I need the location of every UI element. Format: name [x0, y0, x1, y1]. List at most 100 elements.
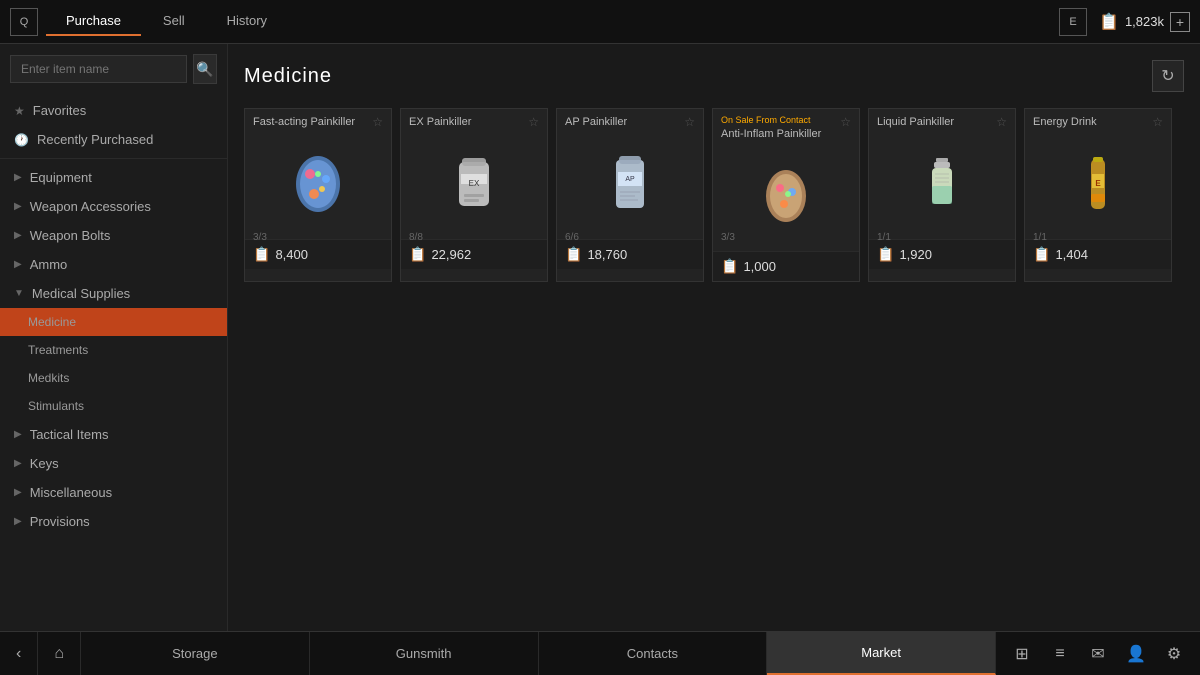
settings-button[interactable]: ⚙: [1156, 636, 1192, 672]
price-icon-0: 📋: [253, 246, 270, 263]
item-price-2: 📋 18,760: [557, 239, 703, 269]
price-value-2: 18,760: [587, 247, 627, 262]
bottom-tabs: Storage Gunsmith Contacts Market: [81, 632, 996, 675]
bottom-bar: ‹ ⌂ Storage Gunsmith Contacts Market ⊞ ≡…: [0, 631, 1200, 675]
sidebar-label-ammo: Ammo: [30, 257, 68, 272]
sidebar-item-weapon-bolts[interactable]: ▶ Weapon Bolts: [0, 221, 227, 250]
item-card-anti-inflam[interactable]: On Sale From Contact Anti-Inflam Painkil…: [712, 108, 860, 282]
price-value-3: 1,000: [743, 259, 776, 274]
item-card-liquid-painkiller[interactable]: Liquid Painkiller ☆ 1/1: [868, 108, 1016, 282]
price-icon-1: 📋: [409, 246, 426, 263]
item-card-header-3: On Sale From Contact Anti-Inflam Painkil…: [713, 109, 859, 141]
sidebar-item-medkits[interactable]: Medkits: [0, 364, 227, 392]
item-star-1[interactable]: ☆: [528, 115, 539, 129]
grid-view-button[interactable]: ⊞: [1004, 636, 1040, 672]
sidebar-item-miscellaneous[interactable]: ▶ Miscellaneous: [0, 478, 227, 507]
sidebar-item-favorites[interactable]: ★ Favorites: [0, 96, 227, 125]
sidebar-item-keys[interactable]: ▶ Keys: [0, 449, 227, 478]
sidebar-item-ammo[interactable]: ▶ Ammo: [0, 250, 227, 279]
back-button[interactable]: ‹: [0, 632, 38, 675]
item-image-1: EX: [401, 129, 547, 239]
page-title: Medicine: [244, 65, 332, 88]
sidebar-item-stimulants[interactable]: Stimulants: [0, 392, 227, 420]
item-price-0: 📋 8,400: [245, 239, 391, 269]
arrow-icon-medical-supplies: ▼: [14, 288, 24, 299]
sidebar-item-equipment[interactable]: ▶ Equipment: [0, 163, 227, 192]
item-card-ex-painkiller[interactable]: EX Painkiller ☆ EX 8/8 📋 2: [400, 108, 548, 282]
price-icon-3: 📋: [721, 258, 738, 275]
item-card-fast-acting-painkiller[interactable]: Fast-acting Painkiller ☆ 3/3: [244, 108, 392, 282]
tab-sell[interactable]: Sell: [143, 7, 205, 36]
item-star-0[interactable]: ☆: [372, 115, 383, 129]
sidebar-item-medicine[interactable]: Medicine: [0, 308, 227, 336]
svg-text:EX: EX: [469, 179, 480, 188]
list-view-button[interactable]: ≡: [1042, 636, 1078, 672]
profile-button[interactable]: 👤: [1118, 636, 1154, 672]
currency-icon: 📋: [1099, 12, 1119, 32]
tab-purchase[interactable]: Purchase: [46, 7, 141, 36]
tab-bar: Purchase Sell History: [46, 7, 1051, 36]
tab-storage[interactable]: Storage: [81, 632, 310, 675]
item-name-5: Energy Drink: [1033, 115, 1152, 129]
home-button[interactable]: ⌂: [38, 632, 81, 675]
item-star-5[interactable]: ☆: [1152, 115, 1163, 129]
search-input[interactable]: [10, 55, 187, 83]
bottom-icons: ⊞ ≡ ✉ 👤 ⚙: [996, 632, 1200, 675]
item-price-5: 📋 1,404: [1025, 239, 1171, 269]
sidebar-label-treatments: Treatments: [28, 343, 88, 357]
sidebar: 🔍 ★ Favorites 🕐 Recently Purchased ▶ Equ…: [0, 44, 228, 631]
item-card-energy-drink[interactable]: Energy Drink ☆ E 1/1 📋 1,404: [1024, 108, 1172, 282]
currency-amount: 1,823k: [1125, 14, 1164, 29]
add-currency-button[interactable]: +: [1170, 12, 1190, 32]
settings-icon: ⚙: [1167, 644, 1181, 664]
item-price-1: 📋 22,962: [401, 239, 547, 269]
item-star-2[interactable]: ☆: [684, 115, 695, 129]
item-name-4: Liquid Painkiller: [877, 115, 996, 129]
sidebar-item-treatments[interactable]: Treatments: [0, 336, 227, 364]
item-star-3[interactable]: ☆: [840, 115, 851, 129]
search-button[interactable]: 🔍: [193, 54, 217, 84]
content-header: Medicine ↻: [244, 60, 1184, 92]
sidebar-item-medical-supplies[interactable]: ▼ Medical Supplies: [0, 279, 227, 308]
tab-contacts[interactable]: Contacts: [539, 632, 768, 675]
item-card-header-2: AP Painkiller ☆: [557, 109, 703, 129]
arrow-icon-tactical: ▶: [14, 429, 22, 440]
item-image-2: AP: [557, 129, 703, 239]
refresh-button[interactable]: ↻: [1152, 60, 1184, 92]
sidebar-item-recently-purchased[interactable]: 🕐 Recently Purchased: [0, 125, 227, 154]
sidebar-item-provisions[interactable]: ▶ Provisions: [0, 507, 227, 536]
item-stock-5: 1/1: [1033, 232, 1047, 243]
tab-history[interactable]: History: [207, 7, 287, 36]
tab-gunsmith[interactable]: Gunsmith: [310, 632, 539, 675]
sidebar-label-miscellaneous: Miscellaneous: [30, 485, 112, 500]
on-sale-badge-3: On Sale From Contact: [721, 115, 840, 125]
item-card-ap-painkiller[interactable]: AP Painkiller ☆ AP 6/6 �: [556, 108, 704, 282]
sidebar-label-equipment: Equipment: [30, 170, 92, 185]
item-card-header-0: Fast-acting Painkiller ☆: [245, 109, 391, 129]
svg-text:AP: AP: [625, 176, 635, 183]
main-area: 🔍 ★ Favorites 🕐 Recently Purchased ▶ Equ…: [0, 44, 1200, 631]
arrow-icon-provisions: ▶: [14, 516, 22, 527]
sidebar-label-weapon-bolts: Weapon Bolts: [30, 228, 111, 243]
sidebar-item-weapon-accessories[interactable]: ▶ Weapon Accessories: [0, 192, 227, 221]
tab-market[interactable]: Market: [767, 632, 996, 675]
mail-icon: ✉: [1091, 644, 1104, 664]
arrow-icon-weapon-accessories: ▶: [14, 201, 22, 212]
mail-button[interactable]: ✉: [1080, 636, 1116, 672]
arrow-icon-ammo: ▶: [14, 259, 22, 270]
item-name-3: Anti-Inflam Painkiller: [721, 128, 825, 140]
search-bar: 🔍: [10, 54, 217, 84]
grid-icon: ⊞: [1015, 644, 1028, 664]
back-icon: ‹: [16, 645, 21, 663]
sidebar-item-tactical-items[interactable]: ▶ Tactical Items: [0, 420, 227, 449]
sidebar-label-provisions: Provisions: [30, 514, 90, 529]
clock-icon: 🕐: [14, 133, 29, 147]
price-value-5: 1,404: [1055, 247, 1088, 262]
item-name-2: AP Painkiller: [565, 115, 684, 129]
item-star-4[interactable]: ☆: [996, 115, 1007, 129]
left-badge: Q: [10, 8, 38, 36]
sidebar-label-stimulants: Stimulants: [28, 399, 84, 413]
price-value-0: 8,400: [275, 247, 308, 262]
sidebar-label-medicine: Medicine: [28, 315, 76, 329]
price-icon-2: 📋: [565, 246, 582, 263]
